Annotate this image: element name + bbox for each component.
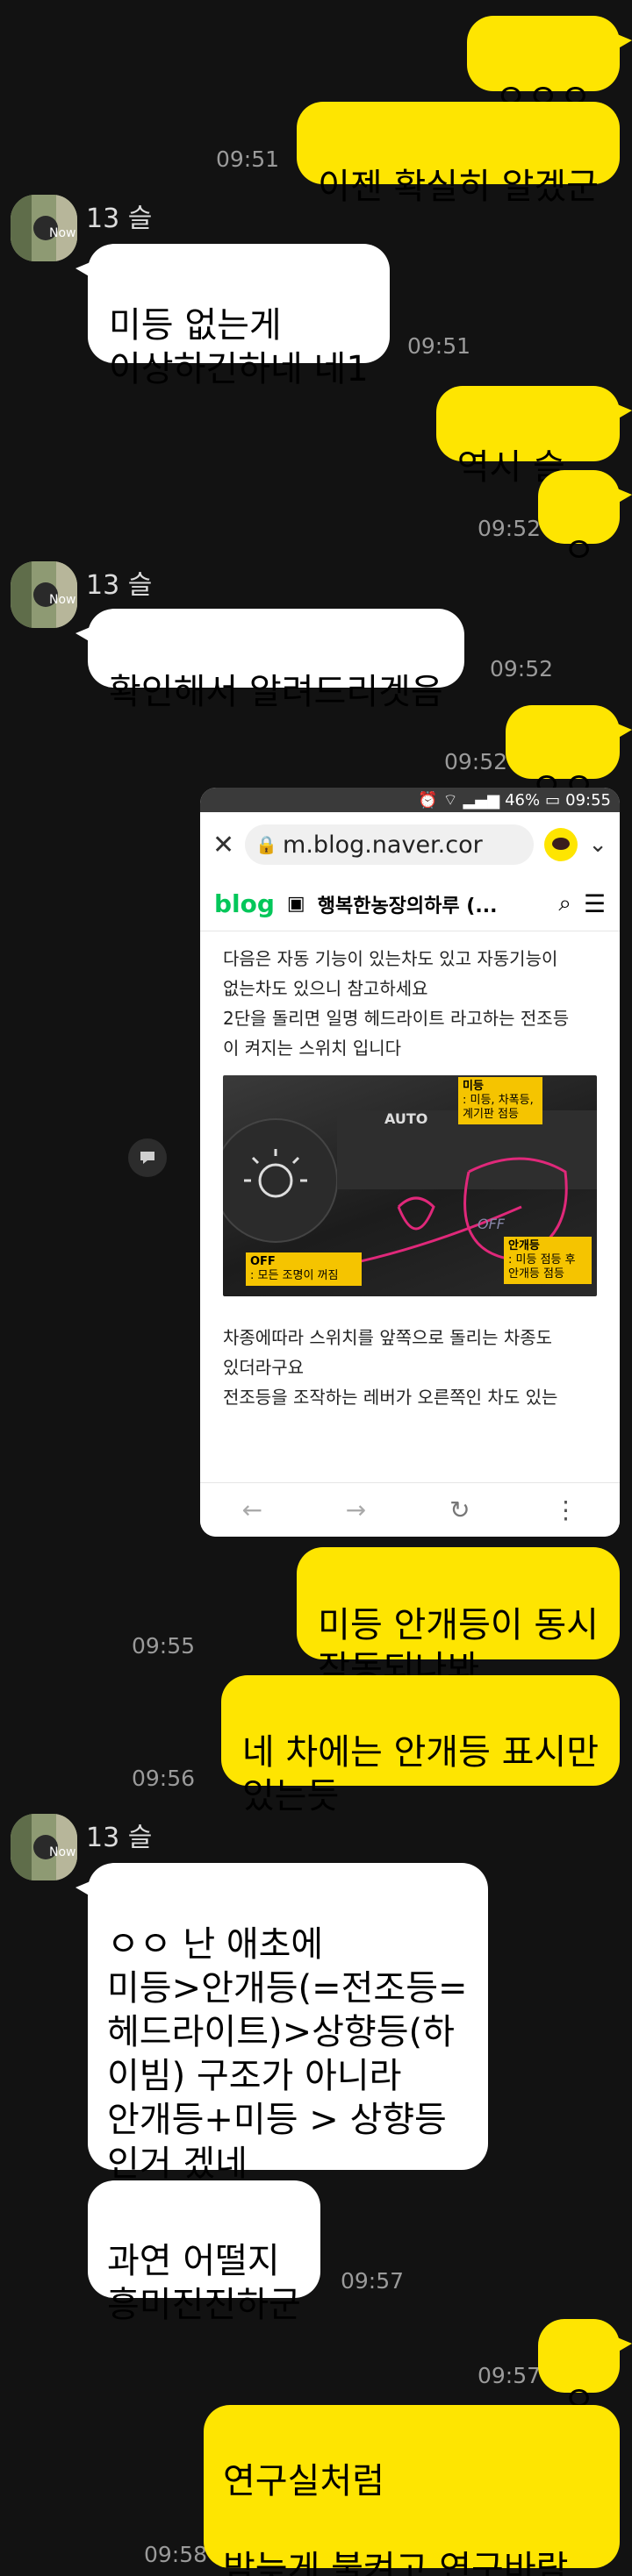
blog-logo[interactable]: blog	[214, 889, 275, 918]
callout-midung: 미등 : 미등, 차폭등, 계기판 점등	[458, 1077, 542, 1124]
url-field[interactable]: 🔒 m.blog.naver.cor	[245, 824, 535, 865]
blog-paragraph-1: 다음은 자동 기능이 있는차도 있고 자동기능이 없는차도 있으니 참고하세요 …	[223, 948, 570, 1059]
message-time: 09:57	[477, 2363, 541, 2388]
signal-icon: ▂▄▆	[463, 790, 500, 810]
sender-name: 13 슬	[86, 570, 153, 601]
avatar[interactable]: Now	[11, 561, 77, 628]
blog-title[interactable]: 행복한농장의하루 (...	[318, 890, 547, 918]
callout-fog-title: 안개등	[508, 1239, 540, 1252]
avatar[interactable]: Now	[11, 195, 77, 261]
book-icon: ▣	[286, 893, 305, 915]
message-text: 네 차에는 안개등 표시만 있는듯	[241, 1732, 599, 1816]
avatar-image: Now	[11, 1814, 77, 1880]
message-bubble-6[interactable]: 확인해서 알려드리겟음	[75, 609, 464, 712]
message-time: 09:56	[131, 1766, 195, 1791]
sender-name: 13 슬	[86, 1823, 153, 1853]
share-icon[interactable]	[128, 1138, 167, 1177]
chevron-down-icon[interactable]: ⌄	[588, 831, 607, 858]
message-bubble-10[interactable]: ㅇㅇ 난 애초에 미등>안개등(=전조등= 헤드라이트)>상향등(하 이빔) 구…	[75, 1863, 488, 2184]
message-time: 09:57	[341, 2268, 405, 2294]
avatar-image: Now	[11, 195, 77, 261]
message-bubble-7[interactable]: ㅇㅇ	[506, 705, 632, 806]
more-icon[interactable]: ⋮	[554, 1495, 578, 1524]
message-text: ㅇ	[563, 531, 595, 571]
message-time: 09:51	[215, 146, 279, 172]
svg-text:Now: Now	[49, 1845, 76, 1859]
avatar-image: Now	[11, 561, 77, 628]
alarm-icon: ⏰	[418, 790, 438, 810]
callout-fog: 안개등 : 미등 점등 후 안개등 점등	[504, 1237, 592, 1284]
message-bubble-13[interactable]: 연구실처럼 밤늦게 불켜고 연구바람	[204, 2405, 620, 2576]
message-time: 09:51	[407, 333, 471, 359]
message-bubble-12[interactable]: ㅇ	[538, 2319, 632, 2420]
url-text: m.blog.naver.cor	[283, 831, 483, 859]
callout-off: OFF : 모든 조명이 꺼짐	[246, 1252, 362, 1286]
message-time: 09:52	[443, 749, 507, 774]
headlight-switch-photo: AUTO OFF 미등 : 미등, 차폭등, 계기판 점등 OFF : 모든 조…	[223, 1075, 597, 1296]
message-text: ㅇㅇ 난 애초에 미등>안개등(=전조등= 헤드라이트)>상향등(하 이빔) 구…	[107, 1924, 468, 2184]
callout-off-body: : 모든 조명이 꺼짐	[250, 1269, 339, 1282]
sender-name: 13 슬	[86, 203, 153, 234]
blog-header: blog ▣ 행복한농장의하루 (... ⌕ ☰	[200, 877, 620, 931]
callout-fog-body: : 미등 점등 후 안개등 점등	[508, 1253, 576, 1281]
status-time: 09:55	[565, 790, 611, 810]
callout-midung-body: : 미등, 차폭등, 계기판 점등	[463, 1094, 534, 1121]
message-text: 이젠 확실히 알겠군	[318, 167, 599, 207]
screenshot-image[interactable]: ⏰ ⌔ ▂▄▆ 46% ▭ 09:55 ✕ 🔒 m.blog.naver.cor…	[200, 788, 620, 1537]
refresh-icon[interactable]: ↻	[449, 1495, 470, 1524]
battery-icon: ▭	[545, 790, 561, 810]
message-time: 09:52	[477, 516, 541, 541]
message-text: 미등 없는게 이상하긴하네 네1	[109, 305, 369, 389]
back-icon[interactable]: ←	[241, 1495, 262, 1524]
message-text: 과연 어떨지 흥미진진하군	[107, 2241, 301, 2325]
message-bubble-9[interactable]: 네 차에는 안개등 표시만 있는듯	[220, 1675, 620, 1816]
forward-icon[interactable]: →	[346, 1495, 366, 1524]
message-bubble-4[interactable]: 역시 슬...	[435, 386, 632, 488]
message-bubble-8[interactable]: 미등 안개등이 동시 작동되나봐	[297, 1547, 620, 1689]
battery-level: 46%	[505, 790, 541, 810]
lock-icon: 🔒	[255, 834, 278, 855]
browser-url-bar: ✕ 🔒 m.blog.naver.cor ⌄	[200, 812, 620, 877]
menu-icon[interactable]: ☰	[584, 889, 606, 918]
message-bubble-11[interactable]: 과연 어떨지 흥미진진하군	[88, 2180, 320, 2325]
message-text: 확인해서 알려드리겟음	[109, 672, 443, 712]
wifi-icon: ⌔	[442, 790, 458, 810]
avatar[interactable]: Now	[11, 1814, 77, 1880]
blog-paragraph-2: 차종에따라 스위치를 앞쪽으로 돌리는 차종도 있더라구요 전조등을 조작하는 …	[223, 1327, 558, 1408]
svg-text:Now: Now	[49, 593, 76, 607]
auto-label: AUTO	[384, 1110, 428, 1127]
svg-text:Now: Now	[49, 226, 76, 240]
kakaotalk-icon[interactable]	[544, 828, 578, 861]
message-text: 연구실처럼 밤늦게 불켜고 연구바람	[223, 2461, 569, 2576]
callout-off-title: OFF	[250, 1255, 276, 1268]
close-icon[interactable]: ✕	[212, 830, 234, 860]
message-time: 09:52	[490, 656, 554, 681]
search-icon[interactable]: ⌕	[558, 890, 571, 917]
status-bar: ⏰ ⌔ ▂▄▆ 46% ▭ 09:55	[200, 788, 620, 812]
message-bubble-3[interactable]: 미등 없는게 이상하긴하네 네1	[75, 244, 390, 389]
message-bubble-1[interactable]: ㅇㅇㅇ	[466, 16, 632, 118]
callout-midung-title: 미등	[463, 1080, 484, 1093]
message-bubble-2[interactable]: 이젠 확실히 알겠군	[297, 102, 620, 207]
message-time: 09:58	[143, 2542, 207, 2567]
off-marking: OFF	[478, 1216, 505, 1232]
message-bubble-5[interactable]: ㅇ	[538, 470, 632, 571]
message-time: 09:55	[131, 1633, 195, 1659]
browser-nav-bar: ← → ↻ ⋮	[200, 1482, 620, 1537]
